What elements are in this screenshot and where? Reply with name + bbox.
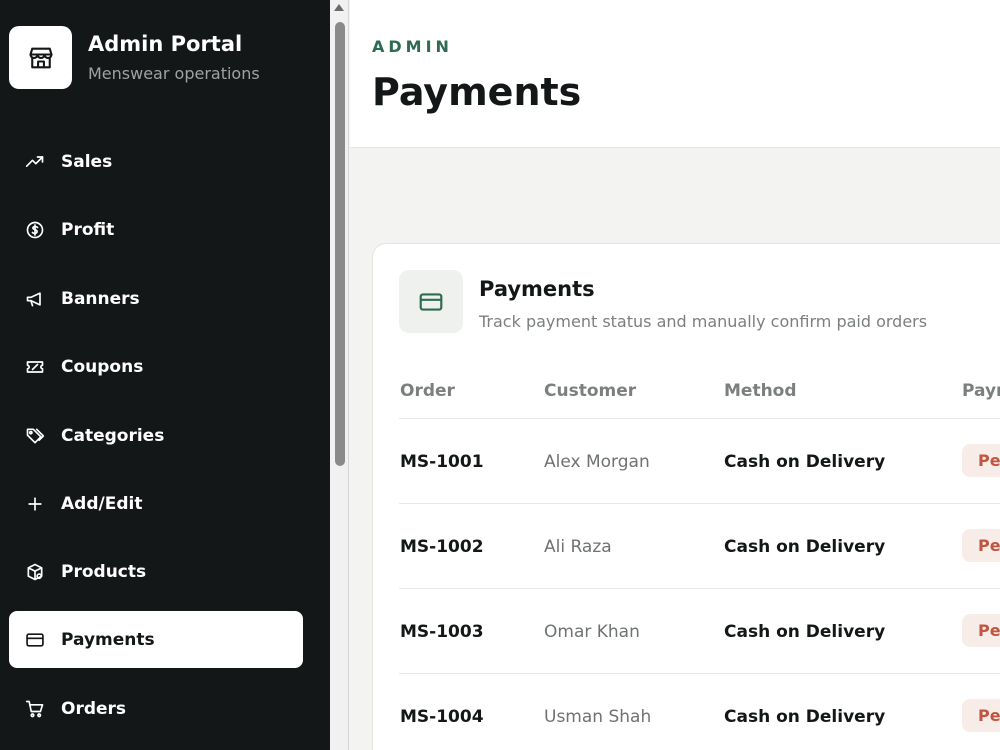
sidebar-item-label: Sales [61,151,113,172]
customer-name: Alex Morgan [544,452,650,472]
card-title: Payments [479,277,595,301]
column-header-order: Order [400,381,455,401]
order-id: MS-1003 [400,622,484,642]
megaphone-icon [24,288,46,310]
sidebar-item-orders[interactable]: Orders [9,680,303,737]
customer-name: Ali Raza [544,537,612,557]
scroll-up-arrow-icon[interactable] [334,4,344,11]
brand-title: Admin Portal [88,32,243,57]
cart-icon [24,698,46,720]
admin-app: Admin Portal Menswear operations Sales P… [0,0,1000,750]
brand: Admin Portal Menswear operations [9,26,260,89]
table-row: MS-1002 Ali Raza Cash on Delivery Pendin… [399,503,1000,588]
table-row: MS-1001 Alex Morgan Cash on Delivery Pen… [399,418,1000,503]
trending-up-icon [24,151,46,173]
payment-status-badge: Pending [962,529,1000,562]
sidebar-item-label: Coupons [61,356,144,377]
ticket-icon [24,356,46,378]
table-row: MS-1004 Usman Shah Cash on Delivery Pend… [399,673,1000,750]
sidebar-item-products[interactable]: Products [9,543,303,600]
package-icon [24,561,46,583]
customer-name: Usman Shah [544,707,652,727]
sidebar-item-label: Payments [61,629,155,650]
customer-name: Omar Khan [544,622,640,642]
payment-status-badge: Pending [962,699,1000,732]
payment-status-badge: Pending [962,614,1000,647]
page-title: Payments [372,70,582,114]
table-row: MS-1003 Omar Khan Cash on Delivery Pendi… [399,588,1000,673]
sidebar-item-label: Products [61,561,147,582]
sidebar-item-banners[interactable]: Banners [9,270,303,327]
payment-method: Cash on Delivery [724,622,886,642]
plus-icon [24,493,46,515]
sidebar: Admin Portal Menswear operations Sales P… [0,0,330,750]
brand-subtitle: Menswear operations [88,63,260,83]
payment-method: Cash on Delivery [724,707,886,727]
column-header-customer: Customer [544,381,637,401]
page-header: ADMIN Payments [350,0,1000,148]
sidebar-item-add-edit[interactable]: Add/Edit [9,475,303,532]
sidebar-item-payments[interactable]: Payments [9,611,303,668]
sidebar-item-label: Categories [61,425,165,446]
order-id: MS-1004 [400,707,484,727]
sidebar-item-categories[interactable]: Categories [9,407,303,464]
order-id: MS-1001 [400,452,484,472]
sidebar-item-profit[interactable]: Profit [9,201,303,258]
credit-card-icon [399,270,463,333]
column-header-method: Method [724,381,797,401]
page-eyebrow: ADMIN [372,37,453,56]
sidebar-item-label: Add/Edit [61,493,143,514]
card-subtitle: Track payment status and manually confir… [479,312,928,331]
payment-method: Cash on Delivery [724,537,886,557]
payment-method: Cash on Delivery [724,452,886,472]
sidebar-item-label: Profit [61,219,115,240]
credit-card-icon [24,629,46,651]
sidebar-scrollbar[interactable] [330,0,349,750]
main-content: ADMIN Payments Payments Track payment st… [350,0,1000,750]
sidebar-item-label: Orders [61,698,127,719]
order-id: MS-1002 [400,537,484,557]
column-header-payment: Payment [962,381,1000,401]
payments-card: Payments Track payment status and manual… [372,243,1000,750]
dollar-circle-icon [24,219,46,241]
sidebar-item-label: Banners [61,288,140,309]
scroll-thumb[interactable] [335,22,345,466]
sidebar-item-coupons[interactable]: Coupons [9,338,303,395]
sidebar-item-sales[interactable]: Sales [9,133,303,190]
storefront-icon [9,26,72,89]
tags-icon [24,425,46,447]
payment-status-badge: Pending [962,444,1000,477]
